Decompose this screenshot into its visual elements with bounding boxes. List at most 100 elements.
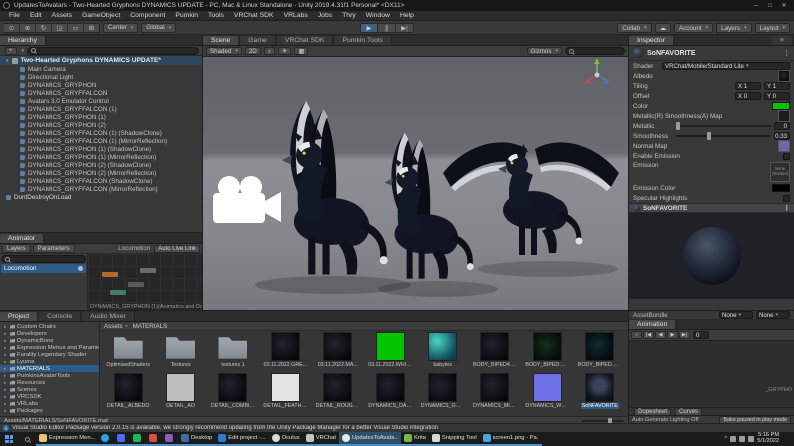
scene-view-tab[interactable]: Pumkin Tools	[334, 36, 392, 45]
taskbar-app-button[interactable]	[130, 432, 146, 446]
foldout-icon[interactable]: ▸	[4, 352, 8, 358]
collab-dropdown[interactable]: Collab ▾	[617, 23, 652, 33]
offset-x-field[interactable]: X 0	[735, 92, 761, 100]
shading-mode-dropdown[interactable]: Shaded ▾	[206, 47, 242, 55]
project-folder-item[interactable]: ▸ Furality Legendary Shader	[0, 351, 99, 358]
taskbar-app-button[interactable]: VRChat	[302, 432, 339, 446]
state-node[interactable]	[128, 282, 144, 287]
asset-item[interactable]: DYNAMICS_WHI...	[521, 373, 573, 414]
hierarchy-item[interactable]: DYNAMICS_GRYFFALCON	[0, 89, 202, 97]
hierarchy-item[interactable]: DYNAMICS_GRYFFALCON (1) (ShadowClone)	[0, 129, 202, 137]
foldout-icon[interactable]: ▸	[4, 331, 8, 337]
shader-dropdown[interactable]: VRChat/Mobile/Standard Lite ▾	[662, 62, 790, 70]
scene-view-tab[interactable]: Game	[240, 36, 276, 45]
parameters-tab[interactable]: Parameters	[32, 244, 75, 253]
asset-item[interactable]: DETAIL_AO	[154, 373, 206, 414]
hierarchy-item[interactable]: DYNAMICS_GRYPHON (1)	[0, 113, 202, 121]
layers-tab[interactable]: Layers	[2, 244, 31, 253]
space-toggle[interactable]: Global ▾	[141, 22, 177, 33]
smoothness-slider[interactable]	[676, 132, 771, 140]
effects-toggle-icon[interactable]: ▦	[294, 47, 309, 55]
account-dropdown[interactable]: Account ▾	[673, 23, 714, 33]
scene-view-tab[interactable]: Scene	[203, 36, 240, 45]
menu-item[interactable]: GameObject	[77, 12, 125, 19]
scene-view-tab[interactable]: VRChat SDK	[276, 36, 334, 45]
slider-knob[interactable]	[676, 122, 680, 130]
asset-item[interactable]: DYNAMICS_DARK	[364, 373, 416, 414]
project-folder-item[interactable]: ▸ Lyuma	[0, 358, 99, 365]
scene-viewport[interactable]	[203, 57, 628, 310]
animator-graph[interactable]: DYNAMICS_GRYPHON (1)(Animatics and Dom(M…	[88, 254, 202, 310]
next-frame-button[interactable]: ▶|	[679, 331, 690, 339]
project-folder-item[interactable]: ▸ VRCSDK	[0, 393, 99, 400]
enable-emission-checkbox[interactable]	[783, 152, 790, 160]
hierarchy-item[interactable]: Directional Light	[0, 73, 202, 81]
asset-item[interactable]: SoNFAVORITE	[574, 373, 626, 414]
battery-icon[interactable]	[748, 436, 755, 442]
smoothness-value[interactable]: 0.33	[774, 132, 790, 140]
breadcrumb-current[interactable]: MATERIALS	[133, 323, 168, 330]
asset-item[interactable]: Textures	[154, 332, 206, 373]
project-folder-item[interactable]: ▸ DynamicBone	[0, 337, 99, 344]
scene-search[interactable]	[565, 47, 625, 55]
hierarchy-item[interactable]: DYNAMICS_GRYPHON (2)	[0, 121, 202, 129]
metallic-value[interactable]: 0	[774, 122, 790, 130]
frame-field[interactable]: 0	[693, 331, 709, 339]
taskbar-app-button[interactable]	[146, 432, 162, 446]
metallic-map-slot[interactable]	[778, 110, 790, 122]
create-button[interactable]: +	[5, 46, 17, 55]
taskbar-app-button[interactable]: Edit project -...	[215, 432, 269, 446]
project-folder-item[interactable]: ▸ MATERIALS	[0, 365, 99, 372]
hierarchy-item[interactable]: DontDestroyOnLoad	[0, 193, 202, 201]
assetbundle-dropdown[interactable]: None ▾	[719, 311, 753, 319]
foldout-icon[interactable]: ▸	[4, 338, 8, 344]
menu-item[interactable]: Thry	[337, 12, 361, 19]
material-preview-header[interactable]: SoNFAVORITE ⋮	[629, 203, 794, 213]
layers-dropdown[interactable]: Layers ▾	[716, 23, 752, 33]
taskbar-app-button[interactable]: Krita	[401, 432, 429, 446]
menu-item[interactable]: Assets	[47, 12, 77, 19]
bottom-panel-tab[interactable]: Project	[0, 312, 39, 321]
layout-dropdown[interactable]: Layout ▾	[754, 23, 790, 33]
state-node[interactable]	[102, 272, 118, 277]
offset-y-field[interactable]: Y 0	[764, 92, 790, 100]
project-folder-item[interactable]: ▸ Packages	[0, 407, 99, 414]
taskbar-app-button[interactable]: Expression Men...	[36, 432, 98, 446]
asset-item[interactable]: DETAIL_FEATHERS	[259, 373, 311, 414]
go-to-start-button[interactable]: |◀	[643, 331, 654, 339]
asset-item[interactable]: DYNAMICS_GRE...	[416, 373, 468, 414]
taskbar-app-button[interactable]: Oculus	[268, 432, 303, 446]
taskbar-search-button[interactable]	[18, 432, 36, 446]
normal-map-slot[interactable]	[778, 140, 790, 152]
step-button[interactable]: ▶|	[396, 23, 414, 33]
tab-inspector[interactable]: Inspector	[629, 36, 674, 45]
volume-icon[interactable]	[739, 436, 746, 442]
hierarchy-item[interactable]: DYNAMICS_GRYPHON (1) (MirrorReflection)	[0, 153, 202, 161]
menu-item[interactable]: File	[4, 12, 25, 19]
start-button[interactable]	[0, 432, 18, 446]
asset-item[interactable]: OptimisedShaders	[102, 332, 154, 373]
auto-live-link-button[interactable]: Auto Live Link	[154, 244, 200, 253]
asset-item[interactable]: BODY_BIPED.GR...	[521, 332, 573, 373]
maximize-button[interactable]: □	[763, 3, 777, 9]
menu-item[interactable]: VRLabs	[279, 12, 313, 19]
tiling-x-field[interactable]: X 1	[735, 82, 761, 90]
asset-item[interactable]: babytex	[416, 332, 468, 373]
project-folder-item[interactable]: ▸ Expression Menus and Parame	[0, 344, 99, 351]
taskbar-app-button[interactable]: Desktop	[178, 432, 216, 446]
inspector-menu-icon[interactable]: ≡	[772, 36, 793, 45]
menu-item[interactable]: VRChat SDK	[229, 12, 279, 19]
foldout-icon[interactable]: ▸	[4, 401, 8, 407]
assetbundle-variant-dropdown[interactable]: None ▾	[756, 311, 790, 319]
menu-item[interactable]: Tools	[203, 12, 229, 19]
pause-button[interactable]: ∥	[378, 23, 396, 33]
hierarchy-item[interactable]: DYNAMICS_GRYPHON (2) (ShadowClone)	[0, 161, 202, 169]
taskbar-clock[interactable]: 5:16 PM 5/1/2022	[757, 432, 779, 445]
bottom-panel-tab[interactable]: Audio Mixer	[82, 312, 135, 321]
bottom-panel-tab[interactable]: Console	[39, 312, 82, 321]
editor-status-bar[interactable]: i Visual Studio Editor Package version 2…	[0, 423, 794, 432]
specular-highlights-checkbox[interactable]	[783, 194, 790, 202]
menu-item[interactable]: Window	[361, 12, 395, 19]
asset-item[interactable]: DETAIL_COMBIN...	[207, 373, 259, 414]
hierarchy-item[interactable]: DYNAMICS_GRYPHON (2) (MirrorReflection)	[0, 169, 202, 177]
